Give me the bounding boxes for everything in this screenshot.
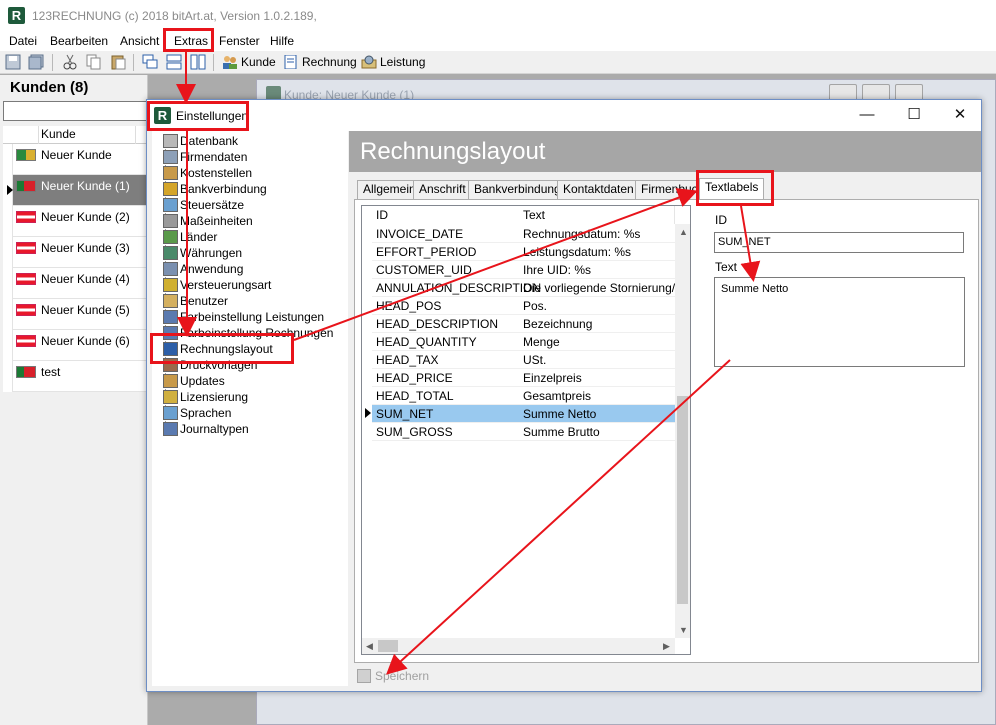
annotation-arrows	[176, 52, 761, 675]
